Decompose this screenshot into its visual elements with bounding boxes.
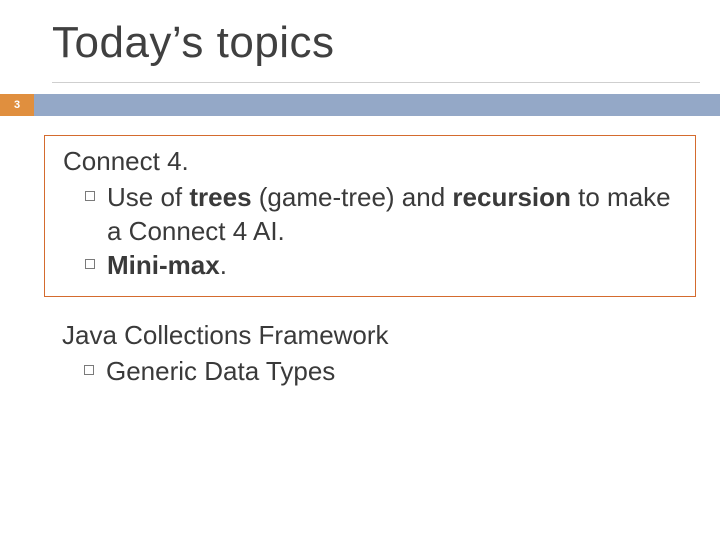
slide-title: Today’s topics bbox=[52, 18, 335, 68]
text-bold: trees bbox=[189, 182, 251, 212]
section1-heading: Connect 4. bbox=[59, 146, 681, 177]
text-run: Generic Data Types bbox=[106, 356, 335, 386]
callout-box: Connect 4. Use of trees (game-tree) and … bbox=[44, 135, 696, 297]
slide: Today’s topics 3 Connect 4. Use of trees… bbox=[0, 0, 720, 540]
title-underline bbox=[52, 82, 700, 83]
text-run: (game-tree) and bbox=[252, 182, 453, 212]
section2-block: Java Collections Framework Generic Data … bbox=[44, 320, 696, 389]
accent-bar bbox=[0, 94, 720, 116]
section2-bullets: Generic Data Types bbox=[58, 355, 682, 389]
text-bold: recursion bbox=[452, 182, 571, 212]
section2-heading: Java Collections Framework bbox=[58, 320, 682, 351]
text-run: Use of bbox=[107, 182, 189, 212]
list-item: Generic Data Types bbox=[84, 355, 682, 389]
section1-bullets: Use of trees (game-tree) and recursion t… bbox=[59, 181, 681, 282]
text-bold: Mini-max bbox=[107, 250, 220, 280]
list-item: Use of trees (game-tree) and recursion t… bbox=[85, 181, 681, 249]
text-run: . bbox=[220, 250, 227, 280]
page-number-badge: 3 bbox=[0, 94, 34, 116]
list-item: Mini-max. bbox=[85, 249, 681, 283]
